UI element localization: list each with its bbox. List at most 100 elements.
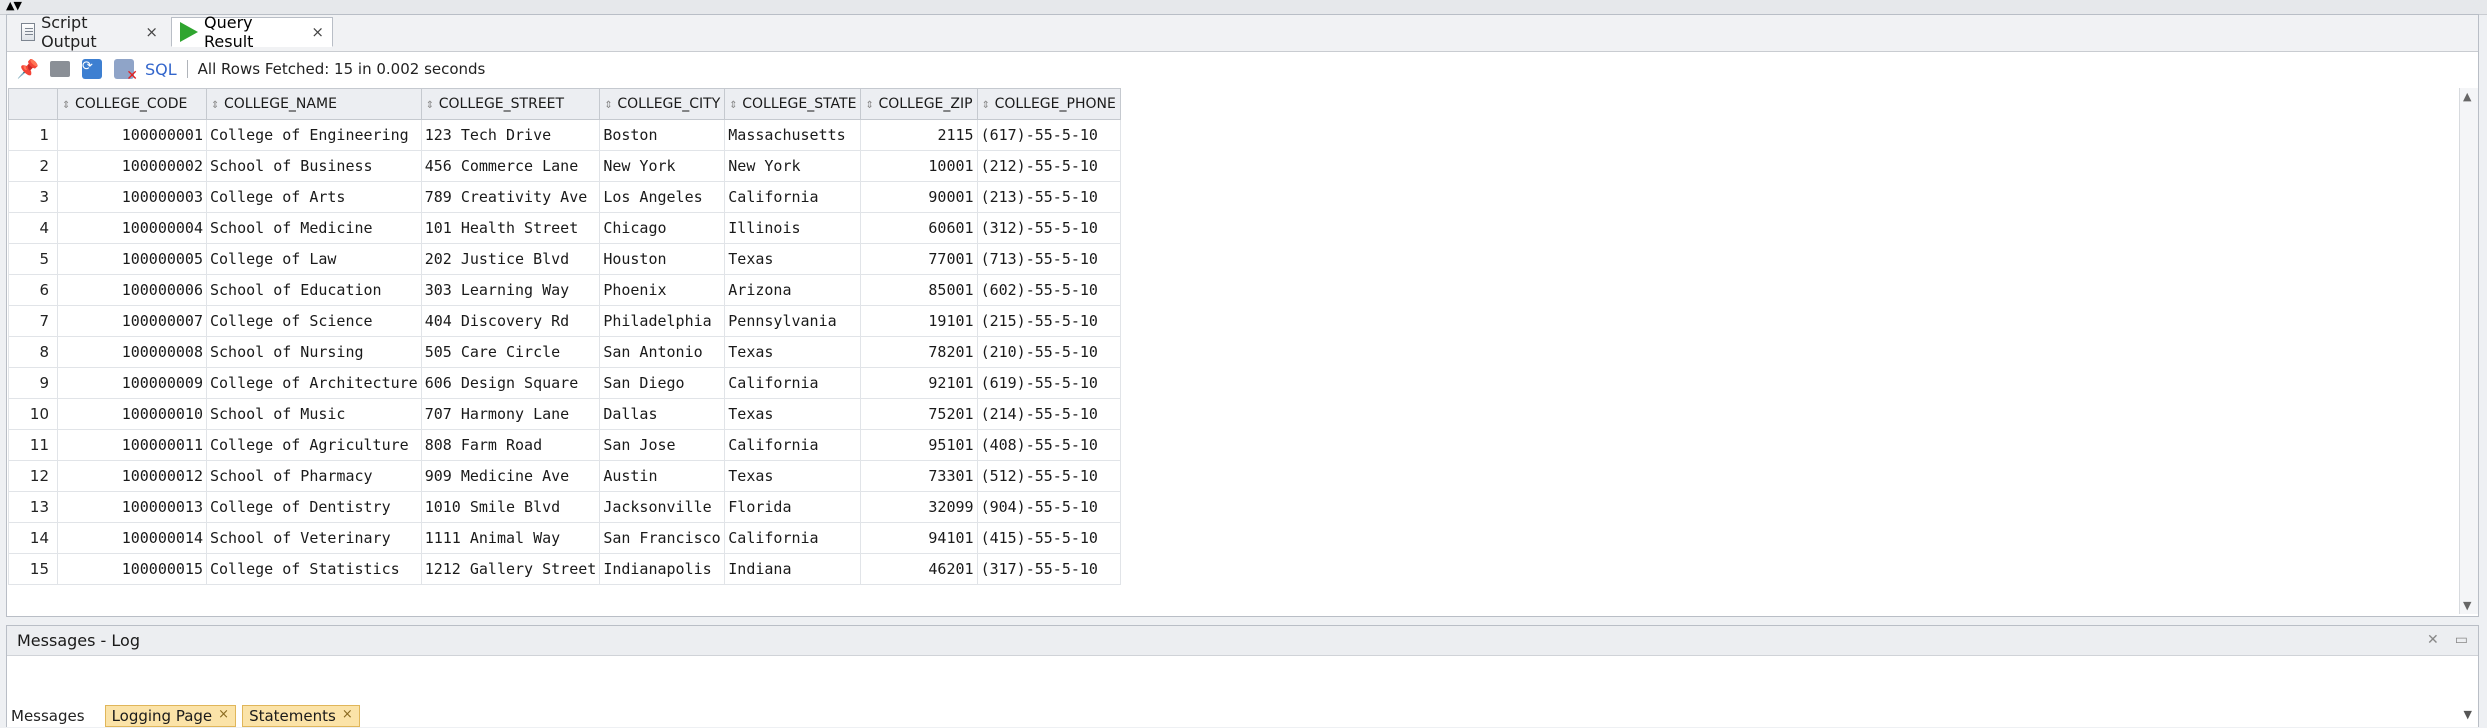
cell-college-city[interactable]: Chicago [599,212,726,244]
cell-college-zip[interactable]: 77001 [860,243,978,275]
cell-college-name[interactable]: School of Medicine [206,212,422,244]
cell-college-name[interactable]: School of Business [206,150,422,182]
cell-college-zip[interactable]: 2115 [860,119,978,151]
cell-college-name[interactable]: School of Nursing [206,336,422,368]
cell-college-name[interactable]: College of Science [206,305,422,337]
cell-college-street[interactable]: 1212 Gallery Street [420,553,601,585]
cell-college-state[interactable]: Texas [724,398,862,430]
cell-college-code[interactable]: 100000014 [57,522,207,554]
table-row[interactable]: 9 100000009 College of Architecture 606 Des… [8,367,1121,399]
close-icon[interactable]: × [311,23,324,41]
sort-icon[interactable]: ⇕ [426,100,436,111]
cell-college-street[interactable]: 606 Design Square [420,367,601,399]
collapse-arrows-icon[interactable]: ▲▼ [6,0,22,12]
cell-college-phone[interactable]: (512)-55-5-10 [976,460,1121,492]
minimize-icon[interactable]: ▭ [2455,632,2468,648]
row-number[interactable]: 14 [8,522,58,554]
row-number[interactable]: 5 [8,243,58,275]
sort-icon[interactable]: ⇕ [211,100,221,111]
column-header-college-name[interactable]: ⇕ COLLEGE_NAME [206,88,422,120]
row-number[interactable]: 9 [8,367,58,399]
table-row[interactable]: 8 100000008 School of Nursing 505 Care Circ… [8,336,1121,368]
refresh-button[interactable]: ⟳ [81,58,103,80]
cell-college-name[interactable]: School of Music [206,398,422,430]
cell-college-phone[interactable]: (619)-55-5-10 [976,367,1121,399]
cell-college-state[interactable]: Massachusetts [724,119,862,151]
cell-college-state[interactable]: Illinois [724,212,862,244]
cell-college-city[interactable]: Dallas [599,398,726,430]
cell-college-street[interactable]: 303 Learning Way [420,274,601,306]
sort-icon[interactable]: ⇕ [729,100,739,111]
cell-college-street[interactable]: 909 Medicine Ave [420,460,601,492]
cell-college-phone[interactable]: (215)-55-5-10 [976,305,1121,337]
row-number[interactable]: 12 [8,460,58,492]
cell-college-street[interactable]: 1010 Smile Blvd [420,491,601,523]
cell-college-zip[interactable]: 32099 [860,491,978,523]
cell-college-phone[interactable]: (904)-55-5-10 [976,491,1121,523]
vertical-scrollbar[interactable]: ▲ ▼ [2459,88,2478,614]
cell-college-code[interactable]: 100000001 [57,119,207,151]
tab-script-output[interactable]: Script Output × [13,13,166,51]
cell-college-zip[interactable]: 60601 [860,212,978,244]
cell-college-phone[interactable]: (214)-55-5-10 [976,398,1121,430]
cell-college-street[interactable]: 202 Justice Blvd [420,243,601,275]
column-header-college-city[interactable]: ⇕ COLLEGE_CITY [599,88,726,120]
row-number[interactable]: 6 [8,274,58,306]
sql-link[interactable]: SQL [145,60,177,79]
sort-icon[interactable]: ⇕ [604,100,614,111]
cell-college-state[interactable]: California [724,367,862,399]
cell-college-state[interactable]: California [724,181,862,213]
cell-college-zip[interactable]: 92101 [860,367,978,399]
cell-college-name[interactable]: School of Education [206,274,422,306]
row-number[interactable]: 11 [8,429,58,461]
tab-query-result[interactable]: Query Result × [171,13,333,51]
tab-statements[interactable]: Statements × [242,705,360,727]
cell-college-state[interactable]: Arizona [724,274,862,306]
cell-college-phone[interactable]: (415)-55-5-10 [976,522,1121,554]
table-row[interactable]: 3 100000003 College of Arts 789 Creativity … [8,181,1121,213]
messages-label[interactable]: Messages [11,707,85,725]
table-row[interactable]: 15 100000015 College of Statistics 1212 Gal… [8,553,1121,585]
column-header-college-phone[interactable]: ⇕ COLLEGE_PHONE [976,88,1121,120]
cell-college-phone[interactable]: (602)-55-5-10 [976,274,1121,306]
cell-college-zip[interactable]: 19101 [860,305,978,337]
cell-college-state[interactable]: Indiana [724,553,862,585]
cell-college-phone[interactable]: (213)-55-5-10 [976,181,1121,213]
print-button[interactable] [49,58,71,80]
table-row[interactable]: 13 100000013 College of Dentistry 1010 Smil… [8,491,1121,523]
cell-college-city[interactable]: San Francisco [599,522,726,554]
cell-college-city[interactable]: Indianapolis [599,553,726,585]
table-row[interactable]: 4 100000004 School of Medicine 101 Health S… [8,212,1121,244]
row-number[interactable]: 10 [8,398,58,430]
cell-college-state[interactable]: Florida [724,491,862,523]
cell-college-zip[interactable]: 46201 [860,553,978,585]
column-header-college-state[interactable]: ⇕ COLLEGE_STATE [724,88,862,120]
dropdown-arrow-icon[interactable]: ▼ [2464,708,2472,721]
cell-college-state[interactable]: Pennsylvania [724,305,862,337]
cell-college-city[interactable]: San Jose [599,429,726,461]
cell-college-code[interactable]: 100000008 [57,336,207,368]
row-number[interactable]: 8 [8,336,58,368]
row-number[interactable]: 2 [8,150,58,182]
table-row[interactable]: 6 100000006 School of Education 303 Learnin… [8,274,1121,306]
cell-college-name[interactable]: School of Veterinary [206,522,422,554]
cell-college-phone[interactable]: (312)-55-5-10 [976,212,1121,244]
cell-college-state[interactable]: Texas [724,336,862,368]
cell-college-city[interactable]: Phoenix [599,274,726,306]
sort-icon[interactable]: ⇕ [865,100,875,111]
cell-college-street[interactable]: 789 Creativity Ave [420,181,601,213]
cell-college-city[interactable]: Jacksonville [599,491,726,523]
cell-college-zip[interactable]: 95101 [860,429,978,461]
cell-college-code[interactable]: 100000005 [57,243,207,275]
cell-college-code[interactable]: 100000011 [57,429,207,461]
cell-college-code[interactable]: 100000009 [57,367,207,399]
cell-college-zip[interactable]: 10001 [860,150,978,182]
close-icon[interactable]: × [145,23,158,41]
table-row[interactable]: 2 100000002 School of Business 456 Commerce… [8,150,1121,182]
cell-college-phone[interactable]: (617)-55-5-10 [976,119,1121,151]
close-icon[interactable]: × [218,707,229,725]
cell-college-code[interactable]: 100000010 [57,398,207,430]
cell-college-code[interactable]: 100000015 [57,553,207,585]
cell-college-name[interactable]: College of Dentistry [206,491,422,523]
cell-college-street[interactable]: 404 Discovery Rd [420,305,601,337]
